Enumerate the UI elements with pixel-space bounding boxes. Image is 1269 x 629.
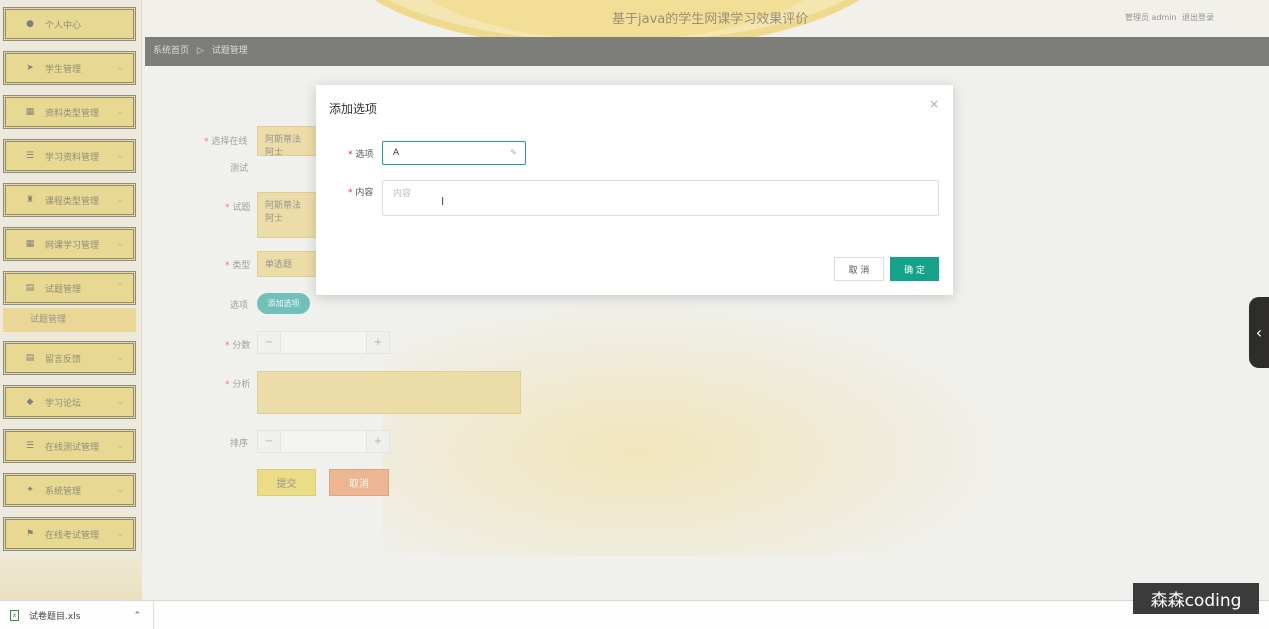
- option-label: * 选项: [348, 150, 374, 160]
- chevron-left-icon: ‹: [1255, 323, 1263, 342]
- add-option-dialog: 添加选项 × * 选项 A ✎ * 内容 内容 I 取 消 确 定: [316, 85, 953, 295]
- watermark: 森森coding: [1133, 583, 1259, 614]
- text-cursor-icon: I: [441, 195, 445, 208]
- cancel-button[interactable]: 取 消: [834, 257, 884, 281]
- download-item[interactable]: x 试卷题目.xls ⌃: [0, 601, 154, 629]
- content-label: * 内容: [348, 188, 374, 198]
- confirm-button[interactable]: 确 定: [890, 257, 939, 281]
- excel-file-icon: x: [10, 610, 19, 621]
- dialog-title: 添加选项: [329, 102, 378, 116]
- edit-icon: ✎: [510, 148, 517, 157]
- option-input-value: A: [393, 148, 400, 158]
- collapse-panel-handle[interactable]: ‹: [1249, 297, 1269, 368]
- option-input[interactable]: A ✎: [382, 141, 526, 165]
- chevron-up-icon[interactable]: ⌃: [133, 611, 141, 621]
- download-file-name: 试卷题目.xls: [29, 612, 81, 622]
- download-bar: x 试卷题目.xls ⌃: [0, 600, 1269, 629]
- close-icon[interactable]: ×: [929, 97, 939, 111]
- content-textarea[interactable]: 内容: [382, 180, 939, 216]
